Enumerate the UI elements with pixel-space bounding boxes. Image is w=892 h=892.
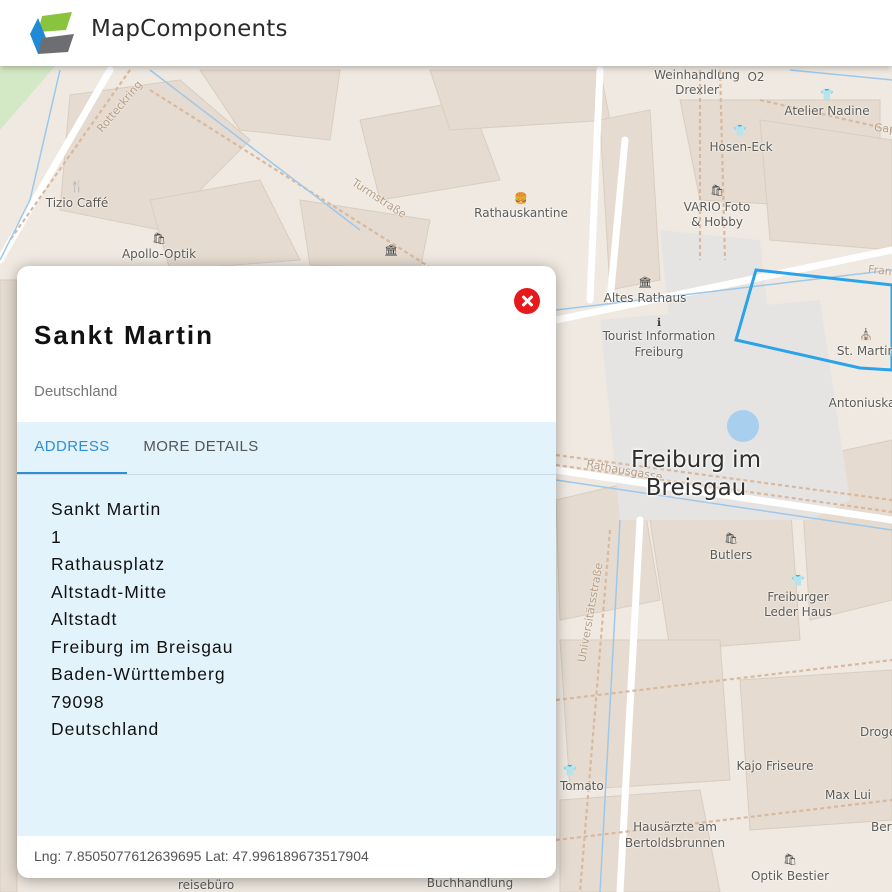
mapcomponents-logo-icon[interactable] — [28, 10, 76, 55]
restaurant-icon: 🍴 — [70, 180, 84, 193]
clothing-icon: 👕 — [791, 574, 805, 587]
address-line-district: Altstadt-Mitte — [51, 581, 168, 602]
poi-label[interactable]: Kajo Friseure — [736, 759, 813, 774]
poi-label[interactable]: Butlers — [710, 548, 752, 563]
address-line-country: Deutschland — [51, 719, 160, 739]
popup-subtitle: Deutschland — [34, 383, 118, 400]
poi-label[interactable]: & Hobby — [691, 215, 743, 230]
tabs-panel: ADDRESS MORE DETAILS Sankt Martin 1 Rath… — [17, 422, 556, 836]
address-line-street: Rathausplatz — [51, 554, 166, 574]
shop-icon: 🛍 — [724, 532, 738, 545]
address-line-city: Freiburg im Breisgau — [51, 636, 234, 657]
poi-label[interactable]: Drexler — [675, 83, 719, 98]
poi-label[interactable]: St. Martin — [837, 344, 892, 359]
poi-label[interactable]: Tourist Information — [603, 329, 716, 344]
fast-food-icon: 🍔 — [514, 192, 528, 205]
app-header: MapComponents — [0, 0, 892, 66]
poi-label[interactable]: Optik Bestier — [751, 869, 829, 884]
tab-more-details[interactable]: MORE DETAILS — [134, 422, 268, 472]
poi-label[interactable]: Freiburger — [767, 590, 828, 605]
poi-label[interactable]: Hosen-Eck — [709, 140, 772, 155]
address-line-state: Baden-Württemberg — [51, 664, 226, 684]
shop-icon: 🛍 — [152, 232, 166, 245]
poi-label[interactable]: Ber — [871, 820, 892, 835]
shop-icon: 🛍 — [710, 184, 724, 197]
poi-label[interactable]: Leder Haus — [764, 605, 832, 620]
feature-popup: Sankt Martin Deutschland ADDRESS MORE DE… — [17, 266, 556, 878]
shop-icon: 🛍 — [783, 853, 797, 866]
poi-label[interactable]: Freiburg — [635, 345, 684, 360]
address-line-suburb: Altstadt — [51, 609, 118, 629]
poi-label[interactable]: Rathauskantine — [474, 206, 568, 221]
close-button[interactable] — [514, 288, 540, 314]
church-icon: ⛪ — [859, 328, 873, 341]
tab-address[interactable]: ADDRESS — [17, 422, 127, 474]
street-label-fran: Fran — [867, 262, 892, 279]
poi-label[interactable]: Weinhandlung — [654, 68, 740, 83]
address-line-postcode: 79098 — [51, 691, 105, 712]
clothing-icon: 👕 — [820, 88, 834, 101]
street-label-gap: Gap — [873, 120, 892, 137]
address-line-housenumber: 1 — [51, 526, 62, 547]
city-label-line-1: Freiburg im — [631, 447, 761, 473]
poi-label[interactable]: Hausärzte am — [633, 820, 717, 835]
museum-icon: 🏛 — [384, 244, 398, 257]
poi-label[interactable]: Apollo-Optik — [122, 247, 196, 262]
brand-name[interactable]: MapComponents — [91, 16, 288, 42]
coordinates-readout: Lng: 7.8505077612639695 Lat: 47.99618967… — [34, 848, 369, 864]
city-label: Freiburg im Breisgau — [586, 446, 806, 502]
poi-label[interactable]: O2 — [747, 70, 764, 85]
clothing-icon: 👕 — [733, 124, 747, 137]
clothing-icon: 👕 — [563, 764, 577, 777]
info-icon: ℹ — [656, 316, 662, 329]
poi-label[interactable]: Tomato — [560, 779, 604, 794]
poi-label[interactable]: Tizio Caffé — [46, 196, 108, 211]
poi-label[interactable]: Atelier Nadine — [784, 104, 869, 119]
address-content: Sankt Martin 1 Rathausplatz Altstadt-Mit… — [51, 496, 233, 744]
poi-label[interactable]: Buchhandlung — [427, 876, 513, 891]
townhall-icon: 🏛 — [638, 276, 652, 289]
poi-label[interactable]: VARIO Foto — [684, 200, 751, 215]
popup-title: Sankt Martin — [34, 320, 215, 350]
tab-bar: ADDRESS MORE DETAILS — [17, 422, 556, 475]
city-label-line-2: Breisgau — [645, 475, 747, 501]
poi-label[interactable]: Max Lui — [825, 788, 871, 803]
poi-label[interactable]: Droge — [860, 725, 892, 740]
address-line-name: Sankt Martin — [51, 499, 162, 519]
poi-label[interactable]: Bertoldsbrunnen — [625, 836, 725, 851]
poi-label[interactable]: Antoniuska — [829, 396, 892, 411]
poi-label[interactable]: reisebüro — [178, 878, 234, 892]
poi-label[interactable]: Altes Rathaus — [604, 291, 687, 306]
